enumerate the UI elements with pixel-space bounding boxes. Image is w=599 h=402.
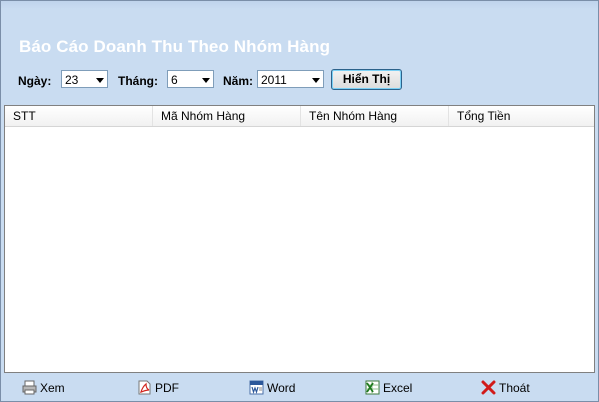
chevron-down-icon	[312, 78, 320, 83]
close-icon	[481, 380, 496, 395]
printer-icon	[22, 380, 37, 395]
column-header-stt[interactable]: STT	[5, 106, 153, 126]
excel-icon	[365, 380, 380, 395]
year-label: Năm:	[223, 74, 254, 88]
column-header-group-code[interactable]: Mã Nhóm Hàng	[153, 106, 301, 126]
pdf-button-label: PDF	[155, 381, 179, 395]
report-window: Báo Cáo Doanh Thu Theo Nhóm Hàng Ngày: 2…	[0, 0, 599, 402]
bottom-toolbar: Xem PDF Word Excel Thoát	[1, 375, 598, 401]
report-table[interactable]: STT Mã Nhóm Hàng Tên Nhóm Hàng Tổng Tiền	[4, 105, 595, 373]
month-select[interactable]: 6	[167, 70, 214, 88]
view-button-label: Xem	[40, 381, 65, 395]
word-button-label: Word	[267, 381, 296, 395]
day-select-value: 23	[65, 73, 79, 87]
excel-button[interactable]: Excel	[365, 379, 420, 397]
month-label: Tháng:	[118, 74, 158, 88]
view-button[interactable]: Xem	[22, 379, 72, 397]
column-header-total[interactable]: Tổng Tiền	[449, 106, 594, 126]
year-select-value: 2011	[261, 73, 287, 87]
year-select[interactable]: 2011	[257, 70, 324, 88]
excel-button-label: Excel	[383, 381, 413, 395]
column-header-group-name[interactable]: Tên Nhóm Hàng	[301, 106, 449, 126]
show-button[interactable]: Hiển Thị	[331, 69, 402, 90]
page-title: Báo Cáo Doanh Thu Theo Nhóm Hàng	[19, 37, 331, 56]
day-select[interactable]: 23	[61, 70, 108, 88]
chevron-down-icon	[202, 78, 210, 83]
window-top-border	[1, 1, 598, 9]
table-header: STT Mã Nhóm Hàng Tên Nhóm Hàng Tổng Tiền	[5, 106, 594, 127]
chevron-down-icon	[96, 78, 104, 83]
day-label: Ngày:	[18, 74, 52, 88]
pdf-icon	[138, 380, 151, 395]
word-button[interactable]: Word	[249, 379, 304, 397]
word-icon	[249, 380, 264, 395]
exit-button-label: Thoát	[499, 381, 530, 395]
month-select-value: 6	[171, 73, 178, 87]
pdf-button[interactable]: PDF	[137, 379, 182, 397]
exit-button[interactable]: Thoát	[481, 379, 536, 397]
